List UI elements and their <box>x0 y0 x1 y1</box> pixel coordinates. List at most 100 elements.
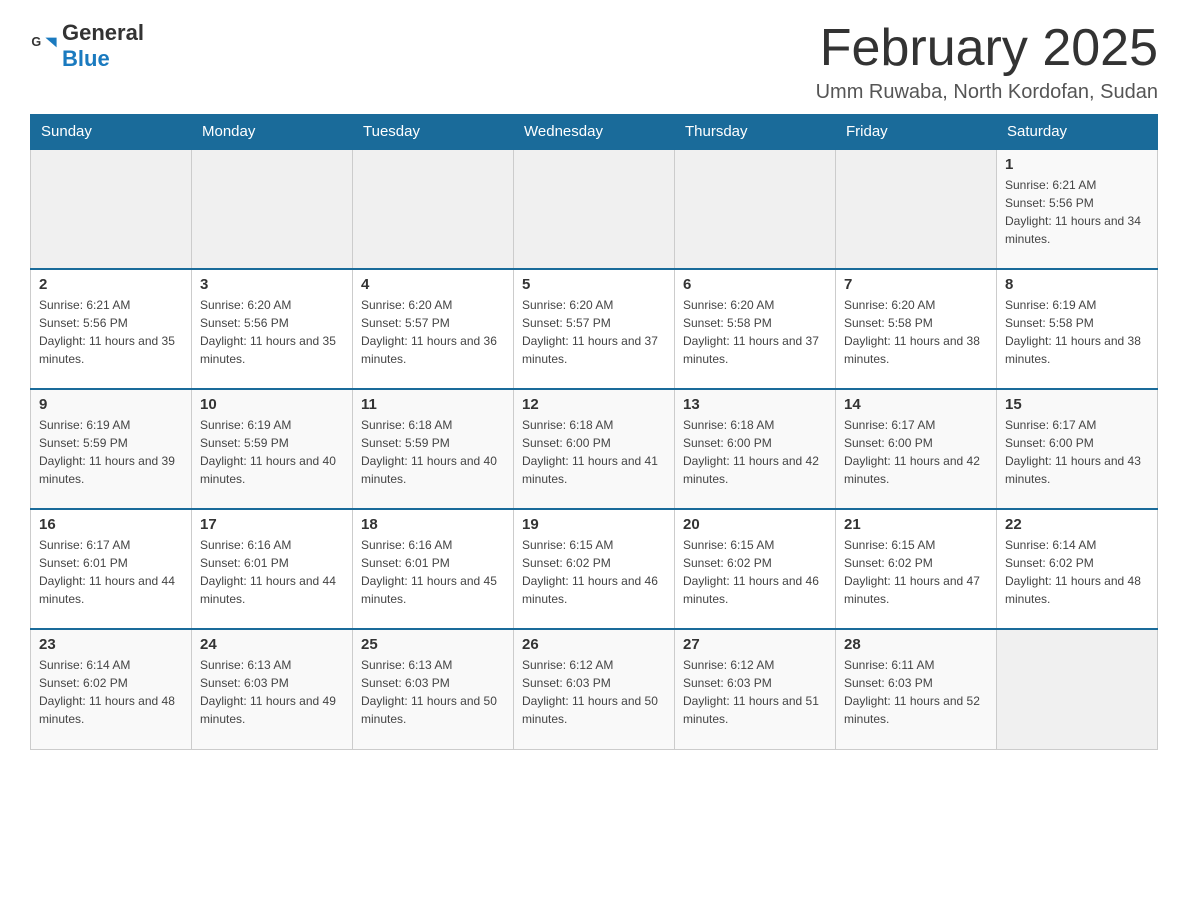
day-info: Sunrise: 6:20 AM Sunset: 5:58 PM Dayligh… <box>844 296 988 368</box>
day-number: 27 <box>683 636 827 653</box>
day-info: Sunrise: 6:21 AM Sunset: 5:56 PM Dayligh… <box>39 296 183 368</box>
day-info: Sunrise: 6:18 AM Sunset: 6:00 PM Dayligh… <box>683 416 827 488</box>
calendar-cell: 7 Sunrise: 6:20 AM Sunset: 5:58 PM Daylig… <box>836 269 997 389</box>
logo-text-general: General <box>62 20 144 45</box>
day-number: 9 <box>39 396 183 413</box>
logo-icon: G <box>30 32 58 60</box>
calendar-cell <box>192 149 353 269</box>
calendar-cell <box>997 629 1158 749</box>
day-number: 6 <box>683 276 827 293</box>
day-info: Sunrise: 6:19 AM Sunset: 5:59 PM Dayligh… <box>200 416 344 488</box>
calendar-cell <box>675 149 836 269</box>
calendar-cell: 26 Sunrise: 6:12 AM Sunset: 6:03 PM Dayli… <box>514 629 675 749</box>
day-number: 2 <box>39 276 183 293</box>
calendar-cell: 9 Sunrise: 6:19 AM Sunset: 5:59 PM Daylig… <box>31 389 192 509</box>
calendar-body: 1 Sunrise: 6:21 AM Sunset: 5:56 PM Daylig… <box>31 149 1158 749</box>
day-number: 7 <box>844 276 988 293</box>
calendar-cell: 11Sunrise: 6:18 AM Sunset: 5:59 PM Dayli… <box>353 389 514 509</box>
calendar-cell: 5 Sunrise: 6:20 AM Sunset: 5:57 PM Daylig… <box>514 269 675 389</box>
day-info: Sunrise: 6:15 AM Sunset: 6:02 PM Dayligh… <box>844 536 988 608</box>
day-number: 24 <box>200 636 344 653</box>
calendar-cell: 2 Sunrise: 6:21 AM Sunset: 5:56 PM Daylig… <box>31 269 192 389</box>
day-info: Sunrise: 6:14 AM Sunset: 6:02 PM Dayligh… <box>1005 536 1149 608</box>
calendar-cell <box>514 149 675 269</box>
day-number: 16 <box>39 516 183 533</box>
page-header: G GeneralBlue February 2025 Umm Ruwaba, … <box>30 20 1158 104</box>
day-info: Sunrise: 6:21 AM Sunset: 5:56 PM Dayligh… <box>1005 176 1149 248</box>
day-header-tuesday: Tuesday <box>353 115 514 150</box>
calendar-cell: 21Sunrise: 6:15 AM Sunset: 6:02 PM Dayli… <box>836 509 997 629</box>
day-number: 13 <box>683 396 827 413</box>
calendar-cell: 23 Sunrise: 6:14 AM Sunset: 6:02 PM Dayli… <box>31 629 192 749</box>
day-header-wednesday: Wednesday <box>514 115 675 150</box>
day-number: 26 <box>522 636 666 653</box>
day-number: 4 <box>361 276 505 293</box>
day-number: 25 <box>361 636 505 653</box>
day-info: Sunrise: 6:17 AM Sunset: 6:00 PM Dayligh… <box>844 416 988 488</box>
calendar-cell: 15 Sunrise: 6:17 AM Sunset: 6:00 PM Dayli… <box>997 389 1158 509</box>
day-header-saturday: Saturday <box>997 115 1158 150</box>
day-number: 17 <box>200 516 344 533</box>
day-header-thursday: Thursday <box>675 115 836 150</box>
day-header-monday: Monday <box>192 115 353 150</box>
day-info: Sunrise: 6:20 AM Sunset: 5:56 PM Dayligh… <box>200 296 344 368</box>
calendar-cell: 6Sunrise: 6:20 AM Sunset: 5:58 PM Daylig… <box>675 269 836 389</box>
logo: G GeneralBlue <box>30 20 144 72</box>
calendar-cell <box>836 149 997 269</box>
day-number: 12 <box>522 396 666 413</box>
day-info: Sunrise: 6:19 AM Sunset: 5:59 PM Dayligh… <box>39 416 183 488</box>
calendar-cell: 10 Sunrise: 6:19 AM Sunset: 5:59 PM Dayli… <box>192 389 353 509</box>
day-number: 8 <box>1005 276 1149 293</box>
calendar-cell: 1 Sunrise: 6:21 AM Sunset: 5:56 PM Daylig… <box>997 149 1158 269</box>
calendar-cell: 4Sunrise: 6:20 AM Sunset: 5:57 PM Daylig… <box>353 269 514 389</box>
day-header-friday: Friday <box>836 115 997 150</box>
day-number: 5 <box>522 276 666 293</box>
calendar-cell: 8 Sunrise: 6:19 AM Sunset: 5:58 PM Daylig… <box>997 269 1158 389</box>
day-number: 19 <box>522 516 666 533</box>
calendar-cell <box>31 149 192 269</box>
day-number: 1 <box>1005 156 1149 173</box>
day-number: 15 <box>1005 396 1149 413</box>
svg-text:G: G <box>31 35 41 49</box>
day-info: Sunrise: 6:19 AM Sunset: 5:58 PM Dayligh… <box>1005 296 1149 368</box>
calendar-table: SundayMondayTuesdayWednesdayThursdayFrid… <box>30 114 1158 750</box>
days-header-row: SundayMondayTuesdayWednesdayThursdayFrid… <box>31 115 1158 150</box>
day-number: 22 <box>1005 516 1149 533</box>
day-info: Sunrise: 6:14 AM Sunset: 6:02 PM Dayligh… <box>39 656 183 728</box>
day-info: Sunrise: 6:11 AM Sunset: 6:03 PM Dayligh… <box>844 656 988 728</box>
day-info: Sunrise: 6:16 AM Sunset: 6:01 PM Dayligh… <box>361 536 505 608</box>
calendar-cell: 3Sunrise: 6:20 AM Sunset: 5:56 PM Daylig… <box>192 269 353 389</box>
day-info: Sunrise: 6:13 AM Sunset: 6:03 PM Dayligh… <box>200 656 344 728</box>
day-number: 28 <box>844 636 988 653</box>
day-info: Sunrise: 6:17 AM Sunset: 6:00 PM Dayligh… <box>1005 416 1149 488</box>
calendar-cell: 24 Sunrise: 6:13 AM Sunset: 6:03 PM Dayli… <box>192 629 353 749</box>
calendar-subtitle: Umm Ruwaba, North Kordofan, Sudan <box>816 81 1158 104</box>
day-info: Sunrise: 6:20 AM Sunset: 5:57 PM Dayligh… <box>522 296 666 368</box>
day-number: 14 <box>844 396 988 413</box>
calendar-week-row: 23 Sunrise: 6:14 AM Sunset: 6:02 PM Dayli… <box>31 629 1158 749</box>
calendar-week-row: 1 Sunrise: 6:21 AM Sunset: 5:56 PM Daylig… <box>31 149 1158 269</box>
calendar-cell: 28 Sunrise: 6:11 AM Sunset: 6:03 PM Dayli… <box>836 629 997 749</box>
calendar-cell <box>353 149 514 269</box>
calendar-cell: 20 Sunrise: 6:15 AM Sunset: 6:02 PM Dayli… <box>675 509 836 629</box>
calendar-week-row: 16 Sunrise: 6:17 AM Sunset: 6:01 PM Dayli… <box>31 509 1158 629</box>
calendar-week-row: 9 Sunrise: 6:19 AM Sunset: 5:59 PM Daylig… <box>31 389 1158 509</box>
day-info: Sunrise: 6:13 AM Sunset: 6:03 PM Dayligh… <box>361 656 505 728</box>
day-info: Sunrise: 6:18 AM Sunset: 5:59 PM Dayligh… <box>361 416 505 488</box>
day-number: 10 <box>200 396 344 413</box>
calendar-title: February 2025 <box>816 20 1158 77</box>
day-number: 20 <box>683 516 827 533</box>
calendar-cell: 13 Sunrise: 6:18 AM Sunset: 6:00 PM Dayli… <box>675 389 836 509</box>
day-number: 23 <box>39 636 183 653</box>
day-header-sunday: Sunday <box>31 115 192 150</box>
day-info: Sunrise: 6:12 AM Sunset: 6:03 PM Dayligh… <box>683 656 827 728</box>
calendar-cell: 12Sunrise: 6:18 AM Sunset: 6:00 PM Dayli… <box>514 389 675 509</box>
calendar-cell: 14 Sunrise: 6:17 AM Sunset: 6:00 PM Dayli… <box>836 389 997 509</box>
day-number: 18 <box>361 516 505 533</box>
day-info: Sunrise: 6:15 AM Sunset: 6:02 PM Dayligh… <box>683 536 827 608</box>
day-info: Sunrise: 6:12 AM Sunset: 6:03 PM Dayligh… <box>522 656 666 728</box>
calendar-cell: 25 Sunrise: 6:13 AM Sunset: 6:03 PM Dayli… <box>353 629 514 749</box>
day-info: Sunrise: 6:15 AM Sunset: 6:02 PM Dayligh… <box>522 536 666 608</box>
logo-text-blue: Blue <box>62 46 144 72</box>
day-info: Sunrise: 6:17 AM Sunset: 6:01 PM Dayligh… <box>39 536 183 608</box>
